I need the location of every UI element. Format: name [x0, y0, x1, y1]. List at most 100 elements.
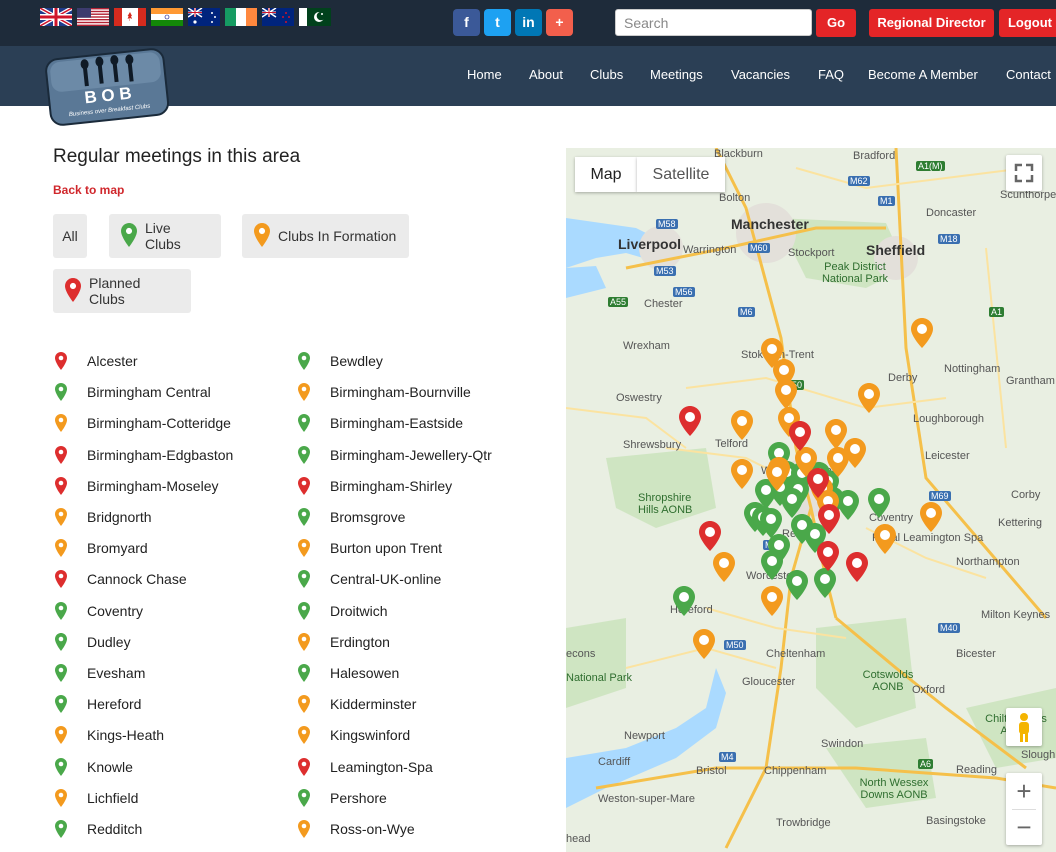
red-map-marker[interactable]: [679, 406, 701, 441]
zoom-out-button[interactable]: −: [1006, 809, 1042, 845]
regional-director-button[interactable]: Regional Director: [869, 9, 994, 37]
map-type-map-button[interactable]: Map: [575, 157, 637, 192]
orange-map-marker[interactable]: [858, 383, 880, 418]
club-item[interactable]: Pershore: [298, 788, 387, 808]
orange-map-marker[interactable]: [920, 502, 942, 537]
club-item[interactable]: Alcester: [55, 351, 138, 371]
nav-contact[interactable]: Contact: [1006, 67, 1051, 82]
club-item[interactable]: Birmingham-Shirley: [298, 476, 452, 496]
pegman-icon: [1019, 713, 1029, 742]
filter-formation-button[interactable]: Clubs In Formation: [242, 214, 409, 258]
club-item[interactable]: Dudley: [55, 632, 131, 652]
club-item[interactable]: Cannock Chase: [55, 569, 187, 589]
club-item[interactable]: Leamington-Spa: [298, 757, 433, 777]
club-item[interactable]: Erdington: [298, 632, 390, 652]
nav-faq[interactable]: FAQ: [818, 67, 844, 82]
club-item[interactable]: Kidderminster: [298, 694, 416, 714]
nav-clubs[interactable]: Clubs: [590, 67, 623, 82]
canada-flag[interactable]: [114, 8, 146, 26]
club-item[interactable]: Bromsgrove: [298, 507, 405, 527]
dee-water: [566, 266, 606, 298]
club-name: Pershore: [330, 789, 387, 806]
pakistan-flag[interactable]: [299, 8, 331, 26]
club-name: Burton upon Trent: [330, 540, 443, 557]
back-to-map-link[interactable]: Back to map: [53, 183, 124, 197]
nav-become-a-member[interactable]: Become A Member: [868, 67, 978, 82]
club-item[interactable]: Ross-on-Wye: [298, 819, 415, 839]
club-item[interactable]: Birmingham-Jewellery-Qtr: [298, 445, 492, 465]
go-button[interactable]: Go: [816, 9, 856, 37]
club-item[interactable]: Kings-Heath: [55, 725, 164, 745]
filter-planned-button[interactable]: Planned Clubs: [53, 269, 191, 313]
club-item[interactable]: Bridgnorth: [55, 507, 152, 527]
facebook-icon[interactable]: f: [453, 9, 480, 36]
orange-map-marker[interactable]: [731, 410, 753, 445]
map-place-label: Derby: [888, 372, 918, 384]
nav-home[interactable]: Home: [467, 67, 502, 82]
new-zealand-flag[interactable]: [262, 8, 294, 26]
nav-meetings[interactable]: Meetings: [650, 67, 703, 82]
logout-button[interactable]: Logout: [999, 9, 1056, 37]
fullscreen-button[interactable]: [1006, 155, 1042, 191]
club-item[interactable]: Central-UK-online: [298, 569, 441, 589]
club-map[interactable]: Manchester Liverpool Sheffield Blackburn Bra…: [566, 148, 1056, 852]
club-item[interactable]: Hereford: [55, 694, 141, 714]
twitter-icon[interactable]: t: [484, 9, 511, 36]
zoom-in-button[interactable]: +: [1006, 773, 1042, 809]
ireland-flag[interactable]: [225, 8, 257, 26]
search-input[interactable]: [615, 9, 812, 36]
nav-about[interactable]: About: [529, 67, 563, 82]
green-map-marker[interactable]: [868, 488, 890, 523]
club-item[interactable]: Kingswinford: [298, 725, 410, 745]
map-place-label: Peak District National Park: [821, 261, 889, 285]
club-item[interactable]: Bromyard: [55, 538, 148, 558]
red-map-marker[interactable]: [789, 421, 811, 456]
red-map-marker[interactable]: [699, 521, 721, 556]
orange-map-marker[interactable]: [761, 586, 783, 621]
nav-vacancies[interactable]: Vacancies: [731, 67, 790, 82]
club-item[interactable]: Evesham: [55, 663, 145, 683]
plus-icon[interactable]: +: [546, 9, 573, 36]
club-item[interactable]: Droitwich: [298, 601, 388, 621]
filter-all-button[interactable]: All: [53, 214, 87, 258]
map-type-satellite-button[interactable]: Satellite: [637, 157, 725, 192]
green-map-marker[interactable]: [761, 550, 783, 585]
club-name: Birmingham-Cotteridge: [87, 415, 231, 432]
linkedin-icon[interactable]: in: [515, 9, 542, 36]
club-item[interactable]: Birmingham-Edgbaston: [55, 445, 233, 465]
usa-flag[interactable]: [77, 8, 109, 26]
street-view-pegman[interactable]: [1006, 708, 1042, 746]
orange-map-marker[interactable]: [731, 459, 753, 494]
club-item[interactable]: Birmingham Central: [55, 382, 211, 402]
india-flag[interactable]: [151, 8, 183, 26]
filter-live-button[interactable]: Live Clubs: [109, 214, 221, 258]
club-item[interactable]: Bewdley: [298, 351, 383, 371]
club-item[interactable]: Birmingham-Eastside: [298, 413, 463, 433]
orange-pin-icon: [55, 788, 77, 807]
orange-map-marker[interactable]: [693, 629, 715, 664]
club-item[interactable]: Birmingham-Moseley: [55, 476, 218, 496]
club-item[interactable]: Birmingham-Bournville: [298, 382, 471, 402]
club-item[interactable]: Redditch: [55, 819, 142, 839]
red-map-marker[interactable]: [817, 541, 839, 576]
orange-map-marker[interactable]: [911, 318, 933, 353]
red-map-marker[interactable]: [818, 504, 840, 539]
club-item[interactable]: Lichfield: [55, 788, 138, 808]
green-map-marker[interactable]: [837, 490, 859, 525]
orange-map-marker[interactable]: [713, 552, 735, 587]
red-map-marker[interactable]: [807, 468, 829, 503]
orange-map-marker[interactable]: [874, 524, 896, 559]
club-item[interactable]: Knowle: [55, 757, 133, 777]
club-item[interactable]: Birmingham-Cotteridge: [55, 413, 231, 433]
orange-map-marker[interactable]: [766, 461, 788, 496]
club-item[interactable]: Burton upon Trent: [298, 538, 442, 558]
club-item[interactable]: Coventry: [55, 601, 143, 621]
green-map-marker[interactable]: [673, 586, 695, 621]
bob-logo[interactable]: B O B Business over Breakfast Clubs: [42, 44, 172, 128]
club-item[interactable]: Halesowen: [298, 663, 399, 683]
map-place-label: Shropshire Hills AONB: [638, 492, 693, 516]
green-map-marker[interactable]: [786, 570, 808, 605]
uk-flag[interactable]: [40, 8, 72, 26]
australia-flag[interactable]: [188, 8, 220, 26]
red-map-marker[interactable]: [846, 552, 868, 587]
